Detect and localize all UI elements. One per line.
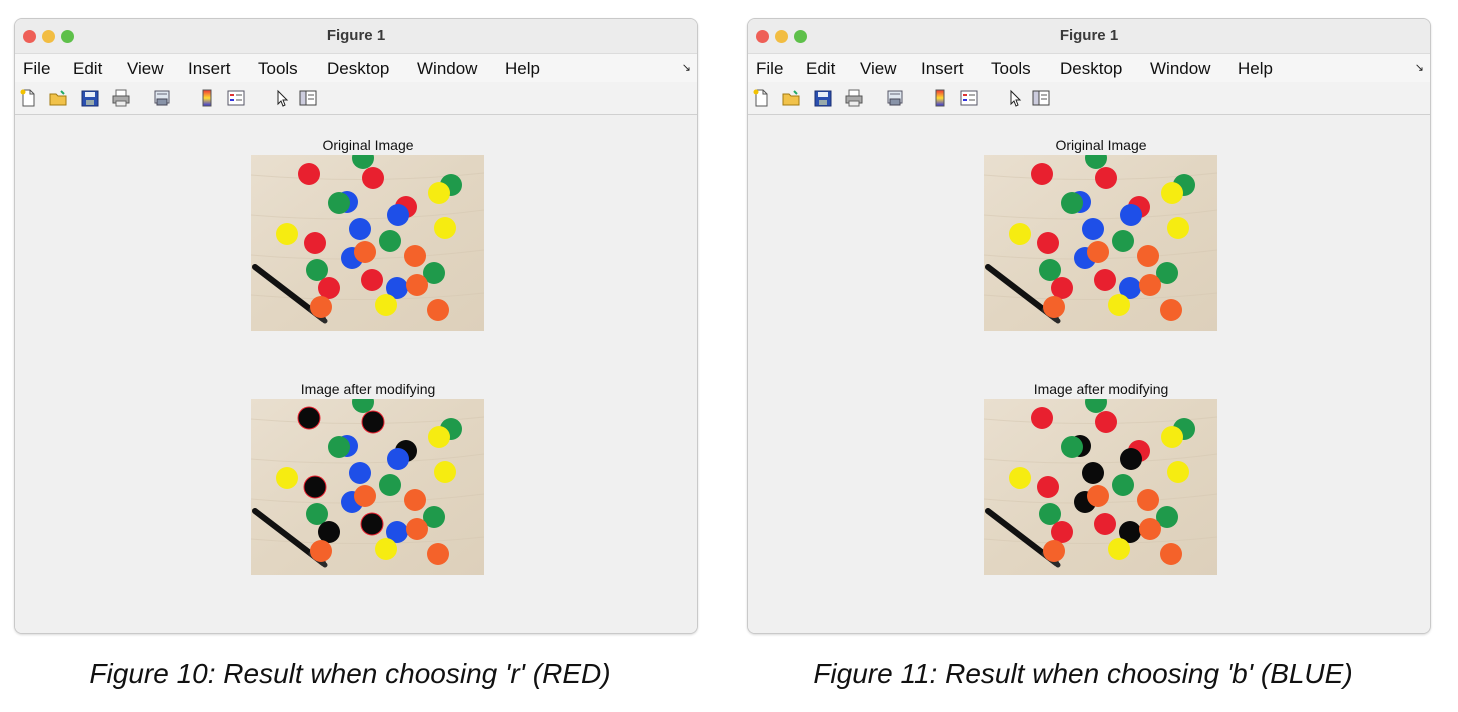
print-preview-icon[interactable] xyxy=(886,89,904,107)
pointer-icon[interactable] xyxy=(273,89,291,107)
menu-help[interactable]: Help xyxy=(1238,59,1273,79)
modified-image-photo xyxy=(984,399,1217,575)
print-icon[interactable] xyxy=(112,89,130,107)
toolbar xyxy=(15,82,697,115)
dock-arrow-icon[interactable]: ↘ xyxy=(1415,61,1424,74)
menu-insert[interactable]: Insert xyxy=(188,59,231,79)
colorbar-icon[interactable] xyxy=(198,89,216,107)
menu-tools[interactable]: Tools xyxy=(258,59,298,79)
figure-window: Figure 1 File Edit View Insert Tools Des… xyxy=(14,18,698,634)
property-editor-icon[interactable] xyxy=(299,89,317,107)
modified-image xyxy=(984,399,1217,575)
print-icon[interactable] xyxy=(845,89,863,107)
figure-11-panel: Figure 1 File Edit View Insert Tools Des… xyxy=(733,0,1433,712)
menu-edit[interactable]: Edit xyxy=(806,59,835,79)
menu-view[interactable]: View xyxy=(860,59,897,79)
original-image xyxy=(984,155,1217,331)
menu-desktop[interactable]: Desktop xyxy=(327,59,389,79)
figure-caption: Figure 10: Result when choosing 'r' (RED… xyxy=(89,658,611,689)
menu-file[interactable]: File xyxy=(756,59,783,79)
original-image-photo xyxy=(984,155,1217,331)
modified-image xyxy=(251,399,484,575)
figure-canvas: Original Image Image after modifying xyxy=(15,115,697,633)
menu-bar: File Edit View Insert Tools Desktop Wind… xyxy=(15,53,697,83)
title-bar: Figure 1 xyxy=(748,19,1430,53)
menu-insert[interactable]: Insert xyxy=(921,59,964,79)
modified-image-title: Image after modifying xyxy=(1033,381,1169,397)
menu-help[interactable]: Help xyxy=(505,59,540,79)
save-icon[interactable] xyxy=(81,89,99,107)
menu-desktop[interactable]: Desktop xyxy=(1060,59,1122,79)
original-image-title: Original Image xyxy=(1055,137,1147,153)
figure-canvas: Original Image Image after modifying xyxy=(748,115,1430,633)
figure-caption: Figure 11: Result when choosing 'b' (BLU… xyxy=(813,658,1353,689)
menu-window[interactable]: Window xyxy=(1150,59,1210,79)
save-icon[interactable] xyxy=(814,89,832,107)
window-title: Figure 1 xyxy=(1059,27,1119,44)
open-folder-icon[interactable] xyxy=(49,89,67,107)
property-editor-icon[interactable] xyxy=(1032,89,1050,107)
pointer-icon[interactable] xyxy=(1006,89,1024,107)
window-title: Figure 1 xyxy=(326,27,386,44)
legend-icon[interactable] xyxy=(960,89,978,107)
original-image xyxy=(251,155,484,331)
menu-bar: File Edit View Insert Tools Desktop Wind… xyxy=(748,53,1430,83)
dock-arrow-icon[interactable]: ↘ xyxy=(682,61,691,74)
menu-file[interactable]: File xyxy=(23,59,50,79)
open-folder-icon[interactable] xyxy=(782,89,800,107)
menu-view[interactable]: View xyxy=(127,59,164,79)
modified-image-photo xyxy=(251,399,484,575)
new-file-icon[interactable] xyxy=(752,89,770,107)
menu-window[interactable]: Window xyxy=(417,59,477,79)
new-file-icon[interactable] xyxy=(19,89,37,107)
figure-10-panel: Figure 1 File Edit View Insert Tools Des… xyxy=(0,0,700,712)
menu-edit[interactable]: Edit xyxy=(73,59,102,79)
legend-icon[interactable] xyxy=(227,89,245,107)
toolbar xyxy=(748,82,1430,115)
figure-window: Figure 1 File Edit View Insert Tools Des… xyxy=(747,18,1431,634)
colorbar-icon[interactable] xyxy=(931,89,949,107)
original-image-photo xyxy=(251,155,484,331)
print-preview-icon[interactable] xyxy=(153,89,171,107)
original-image-title: Original Image xyxy=(322,137,414,153)
title-bar: Figure 1 xyxy=(15,19,697,53)
modified-image-title: Image after modifying xyxy=(300,381,436,397)
menu-tools[interactable]: Tools xyxy=(991,59,1031,79)
